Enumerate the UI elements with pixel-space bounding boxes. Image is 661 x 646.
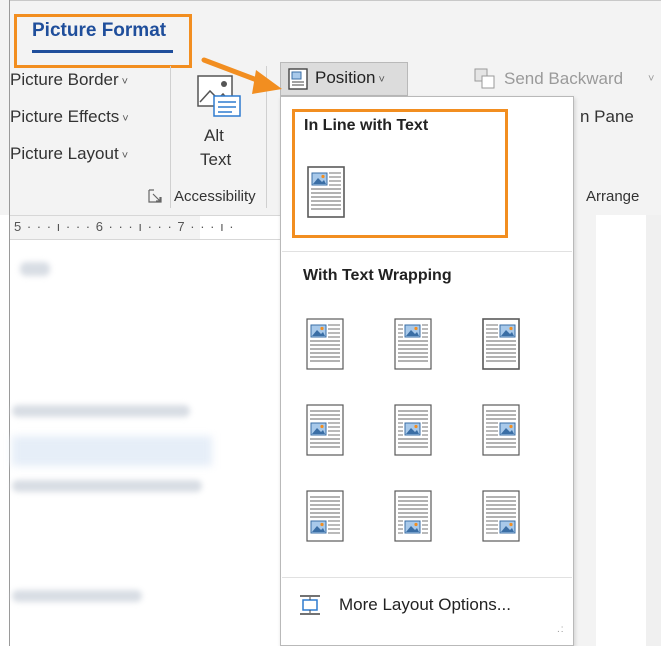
picture-border-label: Picture Border	[10, 70, 119, 89]
position-option-top-right[interactable]	[482, 318, 520, 370]
position-option-top-left[interactable]	[306, 318, 344, 370]
tab-active-underline	[32, 50, 173, 53]
position-option-bottom-center[interactable]	[394, 490, 432, 542]
window-top-border	[9, 0, 661, 1]
inline-with-text-heading: In Line with Text	[304, 117, 429, 134]
position-option-bottom-right[interactable]	[482, 490, 520, 542]
document-page-right	[596, 215, 646, 646]
blurred-text	[12, 590, 142, 602]
send-backward-button: Send Backward	[504, 69, 624, 88]
position-option-middle-center[interactable]	[394, 404, 432, 456]
blurred-text	[20, 262, 50, 276]
picture-layout-button[interactable]: Picture Layout ˅	[10, 144, 128, 164]
selection-pane-button[interactable]: n Pane	[580, 107, 634, 127]
dialog-launcher-icon[interactable]	[148, 189, 162, 203]
blurred-text	[12, 480, 202, 492]
position-option-middle-right[interactable]	[482, 404, 520, 456]
group-divider	[170, 66, 171, 208]
blurred-text	[12, 405, 190, 417]
tab-picture-format[interactable]: Picture Format	[32, 20, 166, 42]
document-background	[646, 215, 661, 646]
picture-border-button[interactable]: Picture Border ˅	[10, 70, 128, 90]
position-icon	[288, 68, 308, 90]
picture-effects-label: Picture Effects	[10, 107, 120, 126]
more-layout-options-item[interactable]: More Layout Options...	[339, 595, 511, 615]
chevron-down-icon: ˅	[122, 113, 129, 125]
position-label: Position	[315, 68, 376, 87]
chevron-down-icon: ˅	[121, 76, 129, 88]
blurred-highlight	[12, 436, 212, 466]
with-text-wrapping-heading: With Text Wrapping	[303, 267, 452, 284]
menu-separator	[282, 251, 572, 252]
inline-with-text-option[interactable]	[307, 166, 345, 218]
menu-separator	[282, 577, 572, 578]
resize-grip-icon[interactable]: .:	[557, 624, 565, 635]
chevron-down-icon: ˅	[648, 73, 655, 85]
layout-options-icon	[298, 593, 322, 617]
alt-text-label[interactable]: Text	[200, 150, 231, 170]
ruler-ticks: 5 · · · ı · · · 6 · · · ı · · · 7 · · · …	[14, 219, 235, 234]
picture-layout-label: Picture Layout	[10, 144, 119, 163]
position-button-label: Position ˅	[315, 68, 385, 88]
chevron-down-icon: ˅	[378, 74, 385, 86]
picture-effects-button[interactable]: Picture Effects ˅	[10, 107, 129, 127]
callout-arrow	[201, 57, 282, 94]
group-label-accessibility: Accessibility	[174, 188, 256, 205]
send-backward-icon	[474, 68, 496, 90]
position-option-bottom-left[interactable]	[306, 490, 344, 542]
chevron-down-icon: ˅	[121, 150, 129, 162]
alt-text-label[interactable]: Alt	[204, 126, 224, 146]
group-label-arrange: Arrange	[586, 188, 640, 205]
position-option-middle-left[interactable]	[306, 404, 344, 456]
position-option-top-center[interactable]	[394, 318, 432, 370]
